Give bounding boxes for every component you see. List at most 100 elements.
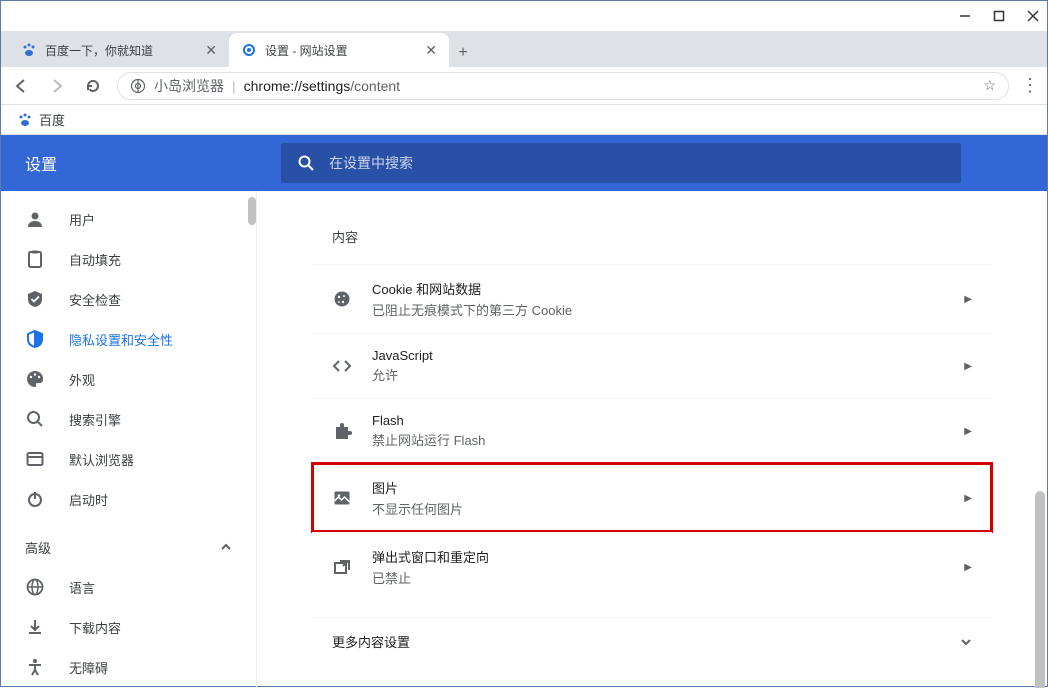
forward-button[interactable] <box>45 74 69 98</box>
sidebar-item-label: 无障碍 <box>69 658 108 677</box>
sidebar-item-appearance[interactable]: 外观 <box>1 359 256 399</box>
chevron-right-icon: ▶ <box>964 361 972 372</box>
baidu-favicon-icon <box>21 42 37 58</box>
content-scrollbar[interactable] <box>1035 491 1045 688</box>
close-button[interactable] <box>1027 10 1039 22</box>
code-icon <box>332 356 352 376</box>
setting-row-images[interactable]: 图片 不显示任何图片 ▶ <box>312 463 992 532</box>
bookmarks-bar: 百度 <box>1 105 1047 135</box>
reload-button[interactable] <box>81 74 105 98</box>
sidebar-item-label: 外观 <box>69 370 95 389</box>
window-controls <box>1 1 1047 31</box>
row-title: JavaScript <box>372 348 964 363</box>
setting-row-more[interactable]: 更多内容设置 <box>312 617 992 665</box>
sidebar-item-default-browser[interactable]: 默认浏览器 <box>1 439 256 479</box>
address-bar: 小岛浏览器 | chrome://settings/content ☆ ⋮ <box>1 67 1047 105</box>
new-tab-button[interactable]: + <box>449 39 477 67</box>
search-icon <box>25 409 45 429</box>
sidebar-item-accessibility[interactable]: 无障碍 <box>1 647 256 687</box>
settings-content: 内容 Cookie 和网站数据 已阻止无痕模式下的第三方 Cookie ▶ Ja… <box>257 191 1047 688</box>
row-title: Cookie 和网站数据 <box>372 279 964 298</box>
sidebar-item-safety-check[interactable]: 安全检查 <box>1 279 256 319</box>
settings-search-box[interactable] <box>281 143 961 183</box>
puzzle-icon <box>332 421 352 441</box>
sidebar-item-label: 用户 <box>69 210 95 229</box>
minimize-button[interactable] <box>959 10 971 22</box>
accessibility-icon <box>25 657 45 677</box>
sidebar-item-label: 语言 <box>69 578 95 597</box>
palette-icon <box>25 369 45 389</box>
site-info-icon[interactable] <box>130 78 146 94</box>
bookmark-star-icon[interactable]: ☆ <box>983 77 996 94</box>
sidebar-item-label: 默认浏览器 <box>69 450 134 469</box>
bookmark-item[interactable]: 百度 <box>39 110 65 129</box>
row-subtitle: 禁止网站运行 Flash <box>372 430 964 449</box>
sidebar-advanced-toggle[interactable]: 高级 <box>1 527 256 567</box>
row-title: 弹出式窗口和重定向 <box>372 547 964 566</box>
cookie-icon <box>332 289 352 309</box>
row-subtitle: 不显示任何图片 <box>372 499 964 518</box>
row-title: Flash <box>372 413 964 428</box>
address-field[interactable]: 小岛浏览器 | chrome://settings/content ☆ <box>117 72 1009 100</box>
sidebar-item-label: 安全检查 <box>69 290 121 309</box>
settings-sidebar: 用户 自动填充 安全检查 隐私设置和安全性 外观 搜索引擎 默认浏览器 启动时 <box>1 191 257 688</box>
clipboard-icon <box>25 249 45 269</box>
search-icon <box>297 154 315 172</box>
sidebar-item-privacy[interactable]: 隐私设置和安全性 <box>1 319 256 359</box>
sidebar-item-autofill[interactable]: 自动填充 <box>1 239 256 279</box>
settings-header: 设置 <box>1 135 1047 191</box>
tab-title: 百度一下，你就知道 <box>45 42 197 59</box>
setting-row-cookies[interactable]: Cookie 和网站数据 已阻止无痕模式下的第三方 Cookie ▶ <box>312 264 992 333</box>
sidebar-scrollbar[interactable] <box>248 197 256 225</box>
setting-row-flash[interactable]: Flash 禁止网站运行 Flash ▶ <box>312 398 992 463</box>
row-title: 更多内容设置 <box>332 632 960 651</box>
popup-icon <box>332 557 352 577</box>
chevron-up-icon <box>220 541 232 553</box>
row-subtitle: 已阻止无痕模式下的第三方 Cookie <box>372 300 964 319</box>
sidebar-item-startup[interactable]: 启动时 <box>1 479 256 519</box>
url-path: /content <box>350 78 400 94</box>
download-icon <box>25 617 45 637</box>
chevron-right-icon: ▶ <box>964 426 972 437</box>
browser-menu-button[interactable]: ⋮ <box>1021 75 1039 96</box>
settings-title: 设置 <box>1 151 281 175</box>
baidu-bookmark-icon <box>17 112 33 128</box>
power-icon <box>25 489 45 509</box>
shield-icon <box>25 329 45 349</box>
advanced-label: 高级 <box>25 538 51 557</box>
sidebar-item-label: 下载内容 <box>69 618 121 637</box>
window-icon <box>25 449 45 469</box>
chevron-down-icon <box>960 636 972 648</box>
site-name: 小岛浏览器 <box>154 76 224 96</box>
sidebar-item-user[interactable]: 用户 <box>1 199 256 239</box>
tab-bar: 百度一下，你就知道 ✕ 设置 - 网站设置 ✕ + <box>1 31 1047 67</box>
row-subtitle: 允许 <box>372 365 964 384</box>
sidebar-item-label: 自动填充 <box>69 250 121 269</box>
globe-icon <box>25 577 45 597</box>
setting-row-popups[interactable]: 弹出式窗口和重定向 已禁止 ▶ <box>312 532 992 601</box>
row-title: 图片 <box>372 478 964 497</box>
row-subtitle: 已禁止 <box>372 568 964 587</box>
sidebar-item-downloads[interactable]: 下载内容 <box>1 607 256 647</box>
tab-close-icon[interactable]: ✕ <box>205 42 217 59</box>
tab-settings[interactable]: 设置 - 网站设置 ✕ <box>229 33 449 67</box>
tab-baidu[interactable]: 百度一下，你就知道 ✕ <box>9 33 229 67</box>
sidebar-item-language[interactable]: 语言 <box>1 567 256 607</box>
person-icon <box>25 209 45 229</box>
sidebar-item-label: 隐私设置和安全性 <box>69 330 173 349</box>
maximize-button[interactable] <box>993 10 1005 22</box>
setting-row-javascript[interactable]: JavaScript 允许 ▶ <box>312 333 992 398</box>
section-title: 内容 <box>312 215 992 264</box>
settings-search-input[interactable] <box>329 155 945 171</box>
back-button[interactable] <box>9 74 33 98</box>
sidebar-item-search[interactable]: 搜索引擎 <box>1 399 256 439</box>
sidebar-item-label: 启动时 <box>69 490 108 509</box>
tab-close-icon[interactable]: ✕ <box>425 42 437 59</box>
gear-favicon-icon <box>241 42 257 58</box>
chevron-right-icon: ▶ <box>964 493 972 504</box>
chevron-right-icon: ▶ <box>964 562 972 573</box>
image-icon <box>332 488 352 508</box>
url-host: chrome://settings <box>244 78 351 94</box>
shield-check-icon <box>25 289 45 309</box>
chevron-right-icon: ▶ <box>964 294 972 305</box>
